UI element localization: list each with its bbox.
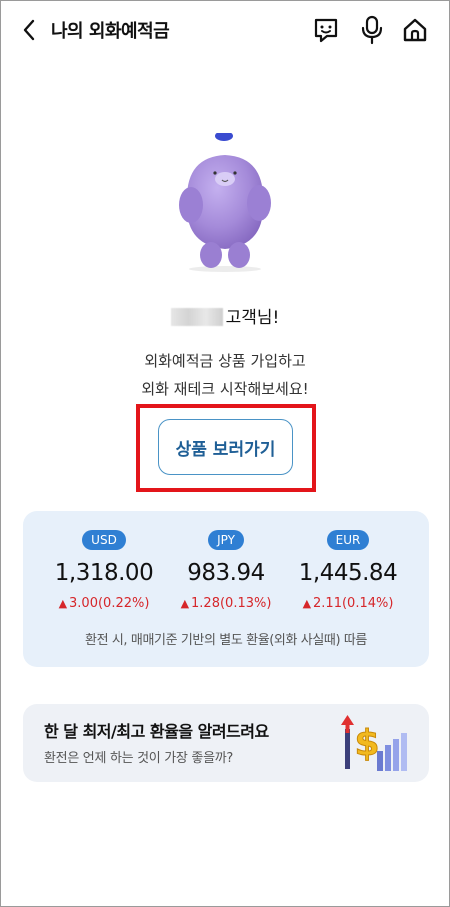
blurred-customer-name	[170, 308, 223, 326]
customer-greeting: 고객님!	[1, 303, 449, 328]
rate-item-jpy: JPY 983.94 ▲ 1.28(0.13%)	[161, 529, 291, 611]
microphone-icon	[361, 15, 383, 45]
home-button[interactable]	[400, 15, 430, 45]
svg-text:$: $	[354, 723, 379, 764]
alert-title: 한 달 최저/최고 환율을 알려드려요	[44, 722, 269, 741]
currency-badge: USD	[82, 530, 126, 550]
alert-subtitle: 환전은 언제 하는 것이 가장 좋을까?	[44, 751, 234, 766]
app-screen: 나의 외화예적금 고객님! 외화예적금 상품 가입하고 외화 재테크 시작해보세…	[0, 0, 450, 907]
up-triangle-icon: ▲	[180, 597, 190, 610]
view-products-button[interactable]: 상품 보러가기	[158, 419, 293, 475]
up-triangle-icon: ▲	[302, 597, 312, 610]
page-title: 나의 외화예적금	[51, 21, 170, 42]
currency-badge: EUR	[326, 530, 370, 550]
top-bar: 나의 외화예적금	[1, 1, 449, 59]
chevron-left-icon	[23, 19, 35, 41]
greeting-suffix: 고객님!	[225, 308, 280, 328]
rate-value: 1,318.00	[54, 560, 154, 586]
rate-item-eur: EUR 1,445.84 ▲ 2.11(0.14%)	[283, 529, 413, 611]
currency-badge: JPY	[208, 530, 244, 550]
dollar-chart-icon: $	[341, 715, 407, 771]
promo-text: 외화예적금 상품 가입하고 외화 재테크 시작해보세요!	[1, 347, 449, 403]
promo-line-1: 외화예적금 상품 가입하고	[144, 352, 306, 370]
chatbot-button[interactable]	[311, 15, 341, 45]
exchange-rates-card: USD 1,318.00 ▲ 3.00(0.22%) JPY 983.94 ▲ 1.…	[23, 511, 429, 667]
chat-face-icon	[314, 18, 338, 43]
voice-button[interactable]	[357, 15, 387, 45]
up-triangle-icon: ▲	[58, 597, 68, 610]
rate-value: 983.94	[187, 560, 265, 586]
rate-change: ▲ 1.28(0.13%)	[180, 596, 272, 611]
rate-item-usd: USD 1,318.00 ▲ 3.00(0.22%)	[39, 529, 169, 611]
rate-change: ▲ 2.11(0.14%)	[302, 596, 394, 611]
back-button[interactable]	[17, 15, 41, 45]
rates-note: 환전 시, 매매기준 기반의 별도 환율(외화 사실때) 따름	[85, 633, 367, 648]
rate-alert-banner[interactable]: 한 달 최저/최고 환율을 알려드려요 환전은 언제 하는 것이 가장 좋을까?…	[23, 704, 429, 782]
home-icon	[403, 18, 427, 42]
rate-value: 1,445.84	[298, 560, 398, 586]
mascot-character-illustration	[179, 133, 271, 272]
promo-line-2: 외화 재테크 시작해보세요!	[141, 380, 309, 398]
rate-change: ▲ 3.00(0.22%)	[58, 596, 150, 611]
